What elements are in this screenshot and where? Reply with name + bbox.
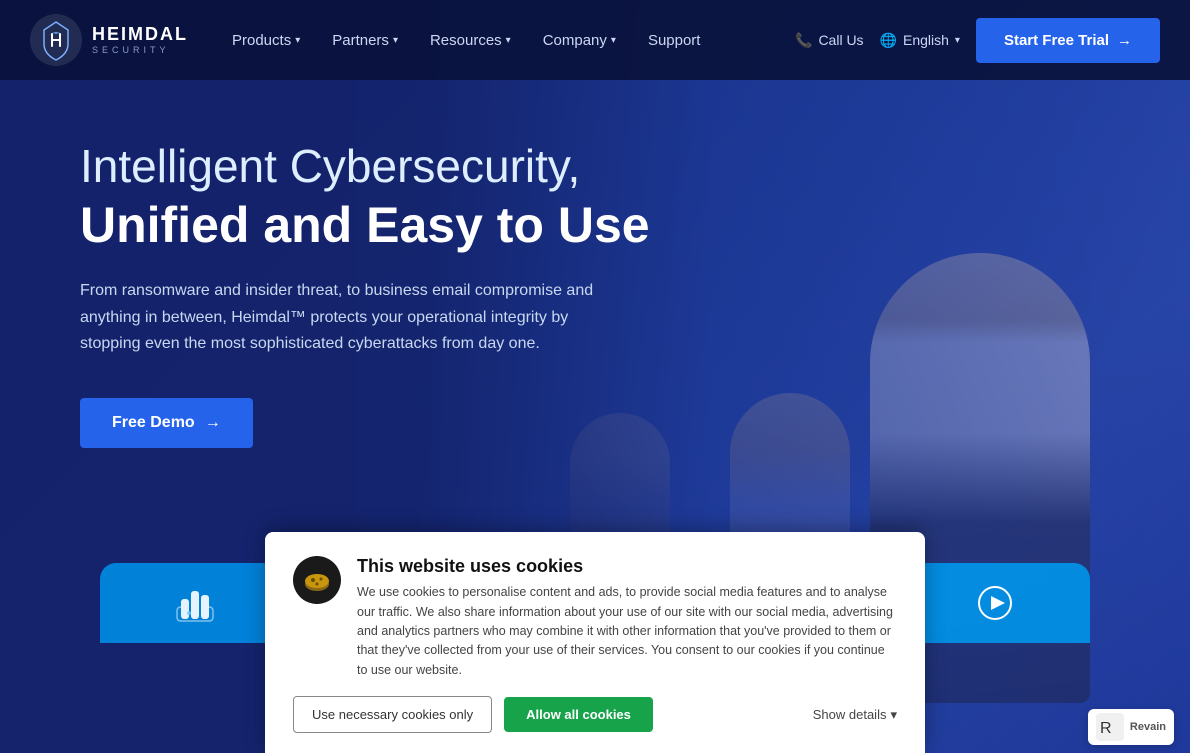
chevron-down-icon: ▾: [955, 35, 960, 46]
arrow-right-icon: →: [1117, 32, 1132, 49]
use-necessary-cookies-button[interactable]: Use necessary cookies only: [293, 696, 492, 733]
start-free-trial-button[interactable]: Start Free Trial →: [976, 18, 1160, 63]
navbar: HEIMDAL SECURITY Products ▾ Partners ▾ R…: [0, 0, 1190, 80]
terminal-play-icon: [973, 581, 1017, 625]
hero-content: Intelligent Cybersecurity, Unified and E…: [80, 140, 650, 448]
revain-widget[interactable]: R Revain: [1088, 709, 1174, 745]
globe-icon: 🌐: [880, 32, 897, 49]
nav-right: 📞 Call Us 🌐 English ▾ Start Free Trial →: [795, 18, 1160, 63]
heimdal-logo-icon: [30, 14, 82, 66]
free-demo-button[interactable]: Free Demo →: [80, 398, 253, 448]
cookie-title: This website uses cookies: [357, 556, 897, 577]
cookie-text-block: This website uses cookies We use cookies…: [357, 556, 897, 680]
cookie-header: This website uses cookies We use cookies…: [293, 556, 897, 680]
revain-label: Revain: [1130, 721, 1166, 733]
hero-title-line2: Unified and Easy to Use: [80, 197, 650, 255]
call-us-link[interactable]: 📞 Call Us: [795, 32, 864, 49]
product-icon-threat-prevention[interactable]: [100, 563, 290, 643]
nav-links: Products ▾ Partners ▾ Resources ▾ Compan…: [218, 22, 795, 59]
logo-name: HEIMDAL: [92, 25, 188, 45]
chevron-down-icon: ▾: [506, 35, 511, 46]
cookie-body: We use cookies to personalise content an…: [357, 583, 897, 680]
arrow-right-icon: →: [205, 414, 221, 432]
chevron-down-icon: ▾: [295, 35, 300, 46]
logo-sub: SECURITY: [92, 45, 188, 55]
revain-logo-icon: R: [1096, 713, 1124, 741]
show-details-link[interactable]: Show details ▾: [813, 707, 897, 723]
nav-resources[interactable]: Resources ▾: [416, 22, 525, 59]
cookie-graphic-icon: [301, 564, 333, 596]
chevron-down-icon: ▾: [611, 35, 616, 46]
cookie-icon: [293, 556, 341, 604]
nav-partners[interactable]: Partners ▾: [318, 22, 412, 59]
cookie-actions: Use necessary cookies only Allow all coo…: [293, 696, 897, 733]
svg-text:R: R: [1100, 720, 1112, 737]
hero-description: From ransomware and insider threat, to b…: [80, 278, 620, 357]
chevron-down-icon: ▾: [890, 707, 897, 723]
nav-company[interactable]: Company ▾: [529, 22, 630, 59]
nav-products[interactable]: Products ▾: [218, 22, 314, 59]
nav-support[interactable]: Support: [634, 22, 715, 59]
allow-all-cookies-button[interactable]: Allow all cookies: [504, 697, 653, 732]
logo[interactable]: HEIMDAL SECURITY: [30, 14, 188, 66]
hand-stop-icon: [173, 581, 217, 625]
product-icon-endpoint[interactable]: [900, 563, 1090, 643]
language-selector[interactable]: 🌐 English ▾: [880, 32, 960, 49]
hero-title-line1: Intelligent Cybersecurity,: [80, 140, 650, 193]
cookie-banner: This website uses cookies We use cookies…: [265, 532, 925, 753]
chevron-down-icon: ▾: [393, 35, 398, 46]
phone-icon: 📞: [795, 32, 812, 49]
